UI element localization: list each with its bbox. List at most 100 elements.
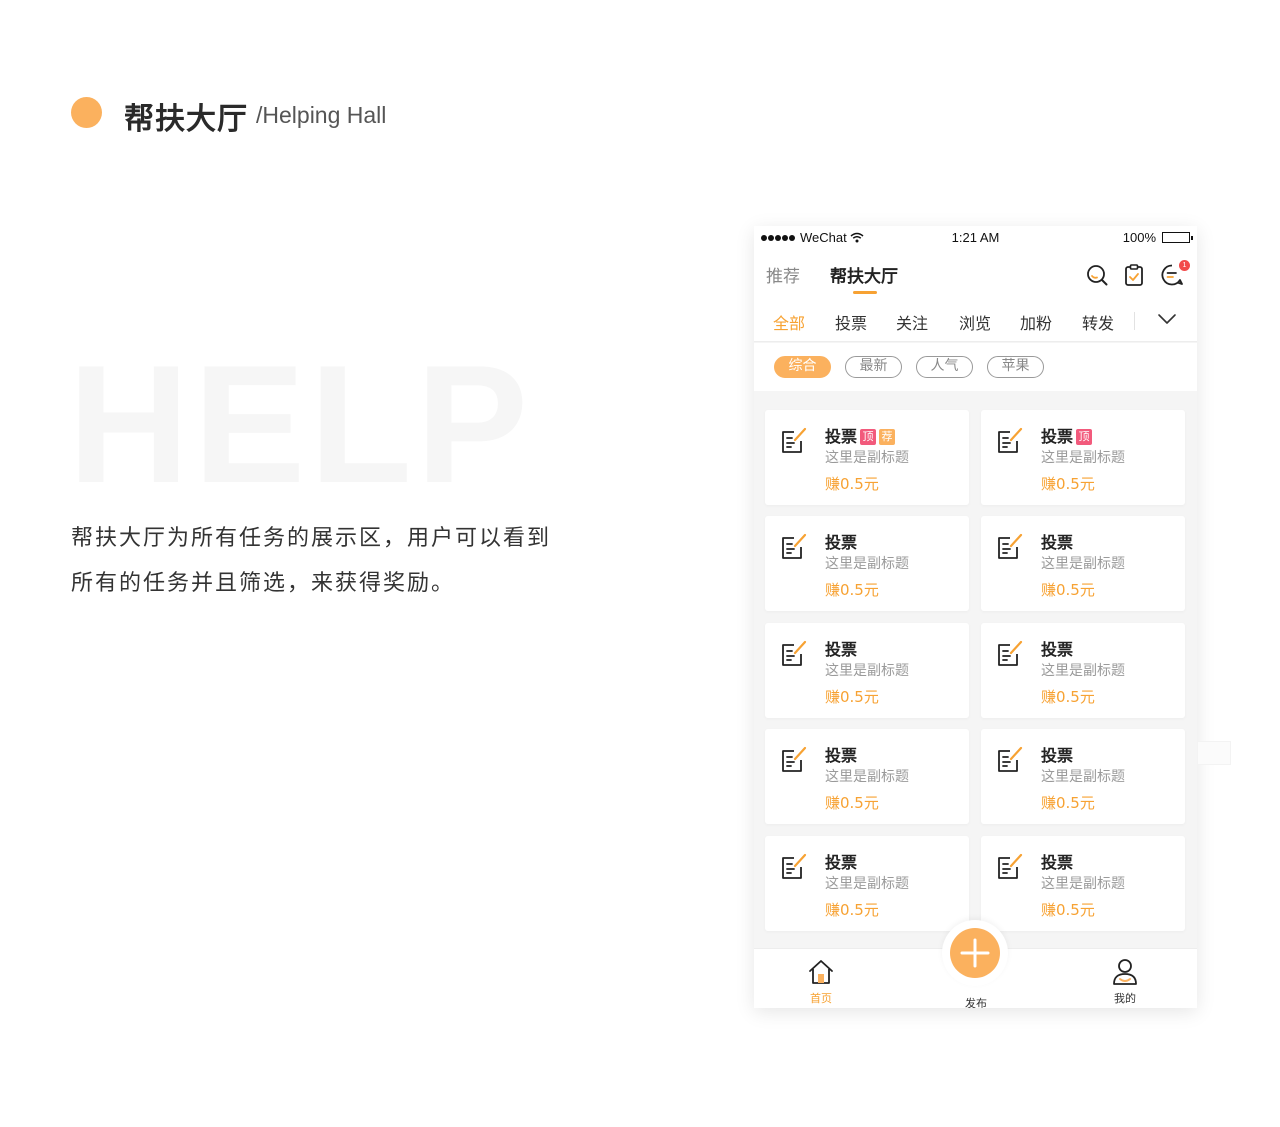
- battery-icon: [1162, 232, 1193, 243]
- tab-publish[interactable]: 发布: [946, 992, 1006, 1008]
- task-title-text: 投票: [1041, 640, 1074, 659]
- task-reward: 赚0.5元: [1041, 475, 1095, 493]
- task-subtitle: 这里是副标题: [825, 663, 909, 679]
- clipboard-check-icon[interactable]: [1122, 263, 1146, 287]
- task-reward: 赚0.5元: [1041, 688, 1095, 706]
- task-subtitle: 这里是副标题: [825, 876, 909, 892]
- task-title: 投票: [1041, 742, 1073, 766]
- decorative-block: [1197, 741, 1231, 765]
- plus-icon: [960, 938, 990, 968]
- task-title-text: 投票: [825, 640, 858, 659]
- task-card[interactable]: 投票这里是副标题 赚0.5元: [765, 729, 969, 824]
- task-subtitle: 这里是副标题: [1041, 663, 1125, 679]
- category-follow[interactable]: 关注: [896, 310, 928, 334]
- task-title: 投票: [1041, 636, 1073, 660]
- task-reward: 赚0.5元: [825, 581, 879, 599]
- task-title: 投票顶荐: [825, 423, 896, 447]
- tab-mine[interactable]: 我的: [1095, 957, 1155, 1006]
- task-title-text: 投票: [825, 746, 858, 765]
- task-reward: 赚0.5元: [1041, 581, 1095, 599]
- task-subtitle: 这里是副标题: [825, 769, 909, 785]
- task-subtitle: 这里是副标题: [825, 556, 909, 572]
- task-title-text: 投票: [1041, 427, 1074, 446]
- message-badge: 1: [1179, 260, 1190, 271]
- task-title: 投票: [1041, 529, 1073, 553]
- page-title-english: /Helping Hall: [256, 102, 387, 128]
- task-subtitle: 这里是副标题: [1041, 769, 1125, 785]
- task-card[interactable]: 投票 这里是副标题 赚0.5元: [981, 729, 1185, 824]
- category-add-fans[interactable]: 加粉: [1020, 310, 1052, 334]
- task-card[interactable]: 投票 这里是副标题 赚0.5元: [765, 623, 969, 718]
- active-tab-indicator: [853, 291, 877, 294]
- tab-home-label: 首页: [810, 992, 832, 1005]
- background-word: HELP: [68, 330, 533, 518]
- filter-popular[interactable]: 人气: [916, 356, 973, 378]
- category-all[interactable]: 全部: [773, 310, 805, 334]
- filter-apple[interactable]: 苹果: [987, 356, 1044, 378]
- edit-note-icon: [998, 427, 1023, 453]
- task-card[interactable]: 投票顶荐这里是副标题 赚0.5元: [765, 410, 969, 505]
- edit-note-icon: [998, 640, 1023, 666]
- category-bar: 全部 投票 关注 浏览 加粉 转发: [754, 298, 1197, 342]
- task-subtitle: 这里是副标题: [1041, 450, 1125, 466]
- edit-note-icon: [998, 533, 1023, 559]
- description-line-1: 帮扶大厅为所有任务的展示区，用户可以看到: [71, 526, 552, 551]
- task-card[interactable]: 投票顶这里是副标题 赚0.5元: [981, 410, 1185, 505]
- task-title: 投票: [825, 742, 857, 766]
- status-bar: WeChat 1:21 AM 100%: [754, 226, 1197, 250]
- task-subtitle: 这里是副标题: [1041, 876, 1125, 892]
- edit-note-icon: [782, 427, 807, 453]
- category-divider: [1134, 312, 1135, 330]
- task-card[interactable]: 投票这里是副标题 赚0.5元: [981, 623, 1185, 718]
- tab-home[interactable]: 首页: [791, 957, 851, 1006]
- filter-bar: 综合 最新 人气 苹果: [754, 343, 1197, 391]
- task-title-text: 投票: [1041, 746, 1074, 765]
- task-title: 投票: [825, 849, 857, 873]
- category-share[interactable]: 转发: [1082, 310, 1114, 334]
- description-line-2: 所有的任务并且筛选，来获得奖励。: [71, 571, 456, 596]
- phone-mockup: WeChat 1:21 AM 100% 推荐 帮扶大厅 1 全部 投票 关注 浏…: [754, 226, 1197, 1008]
- task-title: 投票: [825, 529, 857, 553]
- edit-note-icon: [782, 853, 807, 879]
- task-title-text: 投票: [1041, 533, 1074, 552]
- filter-latest[interactable]: 最新: [845, 356, 902, 378]
- category-vote[interactable]: 投票: [835, 310, 867, 334]
- home-icon: [809, 960, 833, 984]
- task-card[interactable]: 投票这里是副标题 赚0.5元: [765, 836, 969, 931]
- publish-button[interactable]: [950, 928, 1000, 978]
- category-browse[interactable]: 浏览: [959, 310, 991, 334]
- task-card[interactable]: 投票这里是副标题 赚0.5元: [981, 836, 1185, 931]
- task-title: 投票顶: [1041, 423, 1093, 447]
- tag-top: 顶: [1076, 429, 1093, 445]
- search-icon[interactable]: [1085, 263, 1109, 287]
- status-right: 100%: [1122, 230, 1193, 245]
- tab-mine-label: 我的: [1114, 992, 1136, 1005]
- tab-recommend[interactable]: 推荐: [766, 262, 800, 287]
- tab-helping-hall[interactable]: 帮扶大厅: [830, 262, 898, 287]
- task-title-text: 投票: [825, 427, 858, 446]
- edit-note-icon: [998, 746, 1023, 772]
- edit-note-icon: [998, 853, 1023, 879]
- task-subtitle: 这里是副标题: [825, 450, 909, 466]
- user-icon: [1113, 959, 1137, 985]
- task-title: 投票: [1041, 849, 1073, 873]
- task-reward: 赚0.5元: [825, 475, 879, 493]
- title-accent-dot: [71, 97, 102, 128]
- filter-comprehensive[interactable]: 综合: [774, 356, 831, 378]
- task-title-text: 投票: [825, 533, 858, 552]
- chevron-down-icon[interactable]: [1157, 312, 1177, 326]
- battery-percent: 100%: [1122, 230, 1156, 245]
- edit-note-icon: [782, 746, 807, 772]
- tag-recommend: 荐: [879, 429, 896, 445]
- edit-note-icon: [782, 640, 807, 666]
- task-reward: 赚0.5元: [1041, 901, 1095, 919]
- task-title-text: 投票: [825, 853, 858, 872]
- tab-publish-label: 发布: [965, 997, 987, 1008]
- task-reward: 赚0.5元: [825, 901, 879, 919]
- task-subtitle: 这里是副标题: [1041, 556, 1125, 572]
- nav-bar: 推荐 帮扶大厅 1: [754, 250, 1197, 298]
- task-reward: 赚0.5元: [825, 794, 879, 812]
- task-card[interactable]: 投票这里是副标题 赚0.5元: [981, 516, 1185, 611]
- task-card[interactable]: 投票这里是副标题 赚0.5元: [765, 516, 969, 611]
- task-title-text: 投票: [1041, 853, 1074, 872]
